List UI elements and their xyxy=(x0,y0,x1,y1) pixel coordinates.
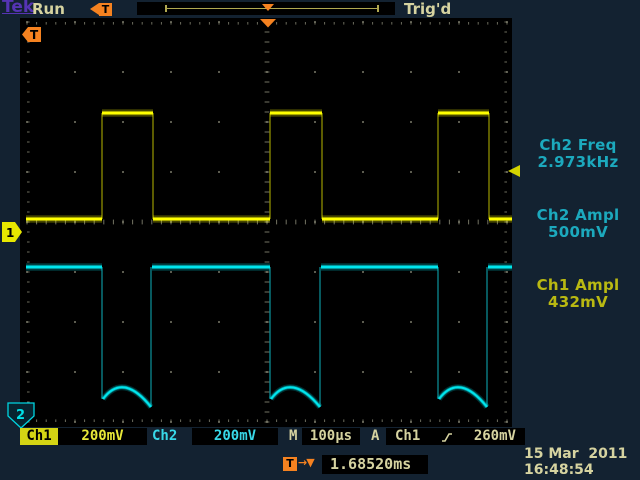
trigger-source: Ch1 xyxy=(395,428,420,445)
tek-logo: Tek xyxy=(2,0,34,17)
ch2-scale: 200mV xyxy=(192,428,278,445)
measurement-label: Ch2 Freq xyxy=(516,137,640,154)
ch2-badge: Ch2 xyxy=(152,428,177,445)
measurement-value: 2.973kHz xyxy=(516,154,640,171)
record-start-bracket xyxy=(165,5,167,12)
timebase-badge: M xyxy=(289,428,297,445)
measurement-value: 500mV xyxy=(516,224,640,241)
ch1-scale: 200mV xyxy=(58,428,147,445)
measurement-label: Ch2 Ampl xyxy=(516,207,640,224)
measurement-label: Ch1 Ampl xyxy=(516,277,640,294)
trigger-status: Trig'd xyxy=(404,0,451,18)
oscilloscope-screen: T 1 2 Tek Run T Trig'd Ch2 Freq 2.973kHz… xyxy=(0,0,640,480)
ch2-marker-label: 2 xyxy=(16,408,25,423)
measurement-ch2-freq: Ch2 Freq 2.973kHz xyxy=(516,137,640,171)
datetime: 15 Mar 201116:48:54 xyxy=(524,446,627,478)
horizontal-position-bar xyxy=(137,2,395,15)
trigger-level: 260mV xyxy=(474,428,516,445)
ch1-badge: Ch1 xyxy=(20,428,58,445)
record-end-bracket xyxy=(377,5,379,12)
measurement-ch1-ampl: Ch1 Ampl 432mV xyxy=(516,277,640,311)
ch1-marker-label: 1 xyxy=(6,226,14,240)
measurement-ch2-ampl: Ch2 Ampl 500mV xyxy=(516,207,640,241)
trigger-readout: Ch1 260mV xyxy=(386,428,525,445)
measurement-value: 432mV xyxy=(516,294,640,311)
ch1-ground-marker: 1 xyxy=(2,222,22,242)
horiz-delay-arrow-icon: →▼ xyxy=(298,456,314,469)
time: 16:48:54 xyxy=(524,462,594,478)
window-position-icon xyxy=(262,4,274,11)
date: 15 Mar 2011 xyxy=(524,446,627,462)
timebase-value: 100µs xyxy=(302,428,360,445)
rising-edge-icon xyxy=(441,431,453,443)
acquisition-status: Run xyxy=(32,0,65,18)
trigger-badge: A xyxy=(371,428,379,445)
horiz-delay-t-icon: T xyxy=(283,457,297,471)
trigger-flag-label: T xyxy=(30,28,39,42)
trigger-left-arrow-icon xyxy=(90,3,99,15)
trigger-t-icon: T xyxy=(99,3,112,16)
horiz-delay-value: 1.68520ms xyxy=(322,455,428,474)
